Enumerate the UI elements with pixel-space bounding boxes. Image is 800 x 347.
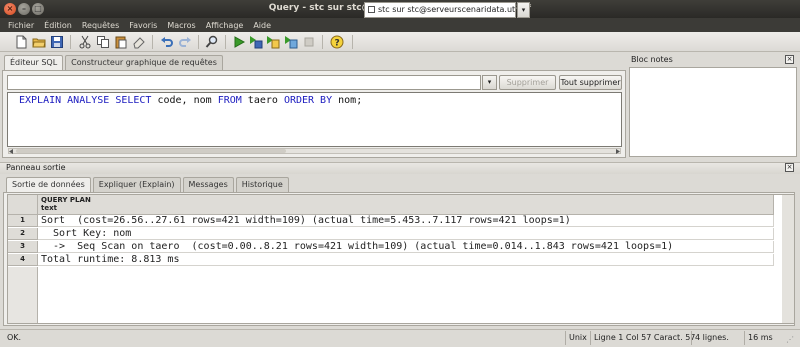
help-icon[interactable]: ? (330, 35, 344, 49)
copy-icon[interactable] (96, 35, 110, 49)
stop-icon[interactable] (302, 35, 316, 49)
redo-icon[interactable] (178, 35, 192, 49)
toolbar-separator (198, 35, 199, 49)
table-row[interactable]: -> Seq Scan on taero (cost=0.00..8.21 ro… (38, 241, 774, 253)
close-notes-icon[interactable]: × (785, 55, 794, 64)
connection-select[interactable]: stc sur stc@serveurscenaridata.utc (364, 2, 516, 18)
output-panel-header (0, 162, 800, 174)
menu-affichage[interactable]: Affichage (206, 21, 244, 30)
scroll-right-icon[interactable] (615, 149, 620, 154)
row-number[interactable]: 3 (8, 241, 38, 253)
column-name: QUERY PLAN (41, 196, 91, 204)
sql-text: code, nom (151, 95, 218, 106)
toolbar-separator (152, 35, 153, 49)
sql-text: taero (241, 95, 284, 106)
row-number[interactable]: 1 (8, 215, 38, 227)
line-ending-status: Unix (565, 331, 587, 345)
tab-history[interactable]: Historique (235, 177, 289, 192)
execution-time-status: 16 ms (744, 331, 773, 345)
open-folder-icon[interactable] (32, 35, 46, 49)
menu-macros[interactable]: Macros (167, 21, 195, 30)
eraser-icon[interactable] (132, 35, 146, 49)
row-number[interactable]: 4 (8, 254, 38, 266)
query-history-combo[interactable] (7, 75, 481, 90)
new-file-icon[interactable] (14, 35, 28, 49)
menu-edition[interactable]: Édition (44, 21, 72, 30)
grid-vertical-scrollbar[interactable] (782, 195, 794, 323)
execute-to-file-icon[interactable] (249, 35, 263, 49)
execute-icon[interactable] (232, 35, 246, 49)
row-count-status: 4 lignes. (691, 331, 729, 345)
sql-keyword: EXPLAIN ANALYSE SELECT (19, 95, 152, 106)
row-header-filler (8, 267, 38, 323)
menu-fichier[interactable]: Fichier (8, 21, 34, 30)
column-header[interactable] (38, 195, 774, 215)
toolbar: ? (0, 32, 800, 52)
query-history-dropdown-button[interactable]: ▾ (482, 75, 497, 90)
cut-icon[interactable] (78, 35, 92, 49)
tab-query-builder[interactable]: Constructeur graphique de requêtes (65, 55, 223, 70)
menu-aide[interactable]: Aide (253, 21, 271, 30)
undo-icon[interactable] (160, 35, 174, 49)
table-row[interactable]: Sort (cost=26.56..27.61 rows=421 width=1… (38, 215, 774, 227)
menu-favoris[interactable]: Favoris (129, 21, 157, 30)
save-icon[interactable] (50, 35, 64, 49)
cursor-position-status: Ligne 1 Col 57 Caract. 57 (590, 331, 695, 345)
editor-tabs: Éditeur SQL Constructeur graphique de re… (4, 55, 225, 71)
connection-dropdown-button[interactable]: ▾ (517, 2, 530, 18)
toolbar-separator (352, 35, 353, 49)
resize-grip-icon[interactable]: ⋰ (786, 335, 794, 344)
output-tabs: Sortie de données Expliquer (Explain) Me… (6, 177, 291, 193)
table-row[interactable]: Total runtime: 8.813 ms (38, 254, 774, 266)
scroll-left-icon[interactable] (9, 149, 14, 154)
notes-textarea[interactable] (629, 67, 797, 157)
menu-bar: Fichier Édition Requêtes Favoris Macros … (0, 18, 800, 32)
svg-text:?: ? (335, 39, 340, 49)
paste-icon[interactable] (114, 35, 128, 49)
connection-checkbox[interactable] (368, 6, 375, 13)
explain-analyze-icon[interactable] (284, 35, 298, 49)
sql-keyword: FROM (217, 95, 242, 106)
find-icon[interactable] (205, 35, 219, 49)
sql-query-text[interactable]: EXPLAIN ANALYSE SELECT code, nom FROM ta… (19, 95, 362, 106)
explain-icon[interactable] (266, 35, 280, 49)
toolbar-separator (322, 35, 323, 49)
tab-data-output[interactable]: Sortie de données (6, 177, 91, 193)
column-type: text (41, 204, 57, 212)
delete-history-button[interactable]: Supprimer (499, 75, 556, 90)
sql-text: nom; (332, 95, 363, 106)
delete-all-history-button[interactable]: Tout supprimer (559, 75, 622, 90)
tab-explain[interactable]: Expliquer (Explain) (92, 177, 181, 192)
toolbar-separator (70, 35, 71, 49)
grid-corner[interactable] (8, 195, 38, 215)
status-message: OK. (7, 333, 22, 342)
editor-scroll-thumb[interactable] (16, 149, 286, 153)
table-row[interactable]: Sort Key: nom (38, 228, 774, 240)
notes-title: Bloc notes (631, 55, 673, 64)
sql-keyword: ORDER BY (283, 95, 333, 106)
output-panel-title: Panneau sortie (6, 163, 66, 172)
tab-sql-editor[interactable]: Éditeur SQL (4, 55, 64, 71)
toolbar-separator (225, 35, 226, 49)
row-number[interactable]: 2 (8, 228, 38, 240)
tab-messages[interactable]: Messages (182, 177, 234, 192)
close-output-icon[interactable]: × (785, 163, 794, 172)
menu-requetes[interactable]: Requêtes (82, 21, 119, 30)
